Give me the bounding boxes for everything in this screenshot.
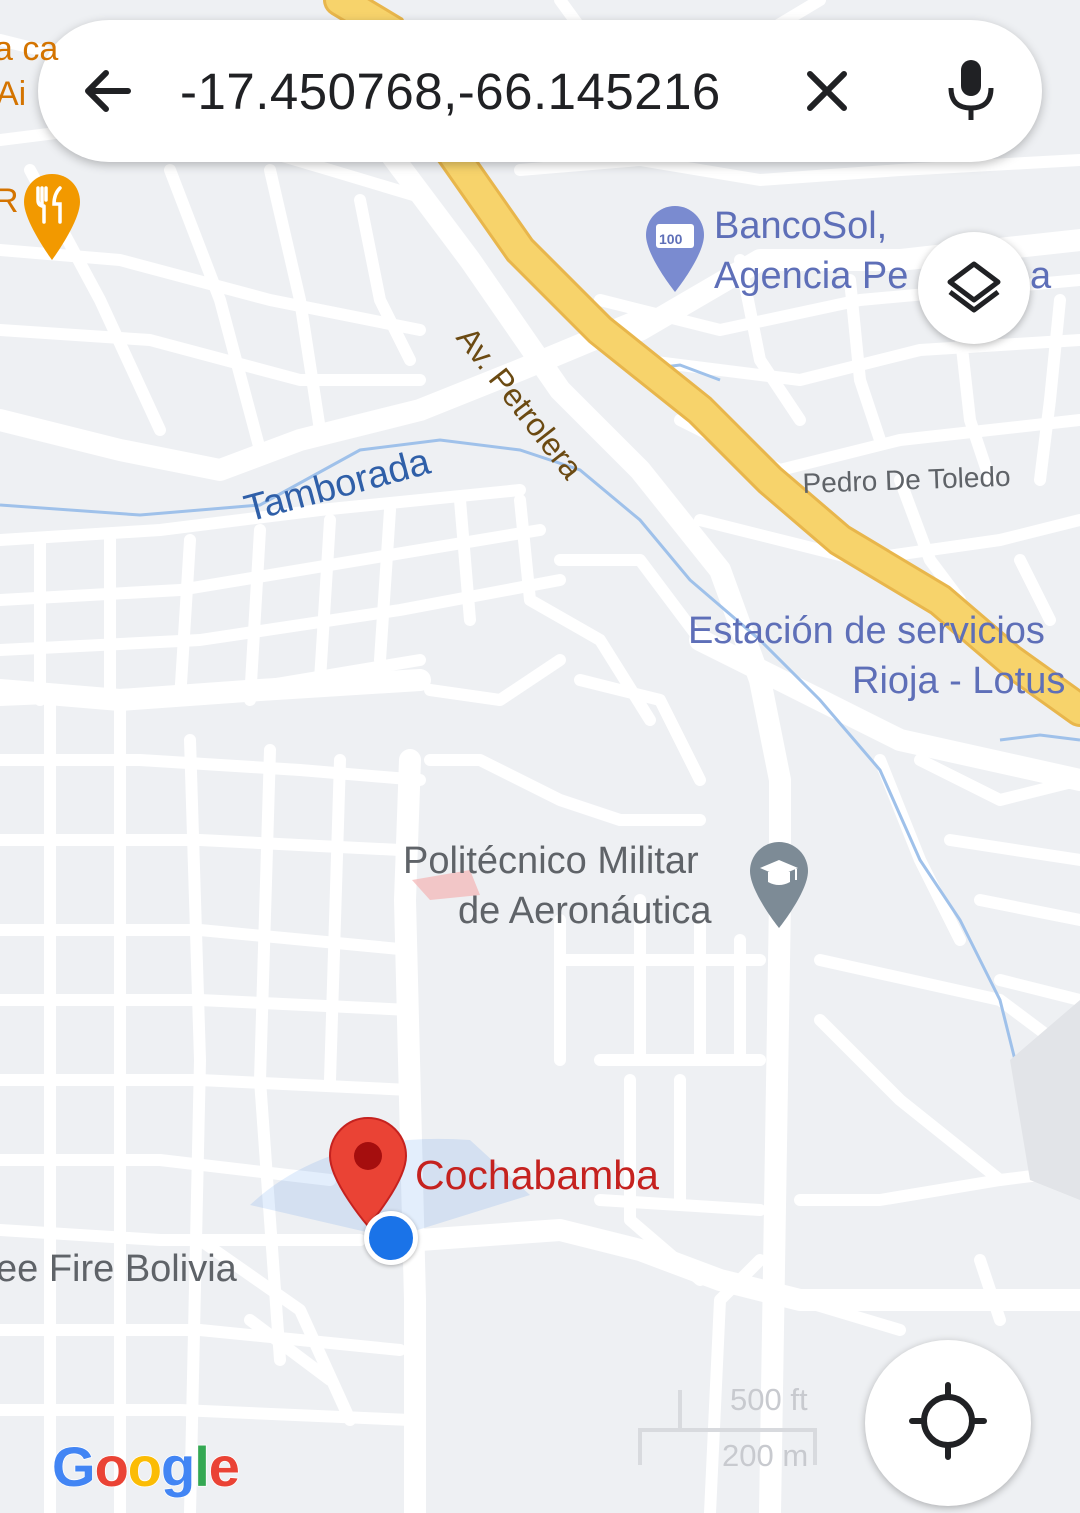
- my-location-button[interactable]: [865, 1340, 1031, 1506]
- scale-metric: 200 m: [722, 1438, 809, 1473]
- search-query[interactable]: -17.450768,-66.145216: [180, 62, 721, 121]
- place-label-estacion[interactable]: Rioja - Lotus: [852, 660, 1065, 703]
- current-location-dot: [364, 1211, 418, 1265]
- scale-imperial: 500 ft: [730, 1382, 808, 1417]
- place-label-estacion[interactable]: Estación de servicios: [688, 610, 1045, 653]
- close-icon[interactable]: [787, 51, 867, 131]
- restaurant-marker[interactable]: [22, 172, 82, 262]
- place-label-bancosol-tail: a: [1030, 255, 1052, 297]
- search-bar[interactable]: -17.450768,-66.145216: [38, 20, 1042, 162]
- place-label-cochabamba[interactable]: Cochabamba: [415, 1152, 659, 1199]
- place-label-politecnico[interactable]: de Aeronáutica: [458, 890, 712, 933]
- place-label-partial: Ai: [0, 75, 27, 113]
- google-logo: Google: [51, 1434, 240, 1499]
- place-label-bancosol[interactable]: BancoSol,: [714, 205, 887, 248]
- my-location-icon: [908, 1381, 988, 1466]
- layers-button[interactable]: [918, 232, 1030, 344]
- arrow-back-icon[interactable]: [68, 51, 148, 131]
- layers-icon: [944, 256, 1004, 321]
- microphone-icon[interactable]: [931, 51, 1011, 131]
- school-marker[interactable]: [748, 840, 810, 930]
- bank-marker[interactable]: 100: [644, 204, 706, 294]
- place-label-bancosol[interactable]: Agencia Pe: [714, 255, 908, 298]
- bank-badge: 100: [659, 231, 683, 247]
- place-label-partial: R: [0, 182, 19, 220]
- place-label-partial: a ca: [0, 30, 59, 68]
- place-label-fire-bolivia[interactable]: ee Fire Bolivia: [0, 1248, 237, 1291]
- place-label-politecnico[interactable]: Politécnico Militar: [403, 840, 699, 883]
